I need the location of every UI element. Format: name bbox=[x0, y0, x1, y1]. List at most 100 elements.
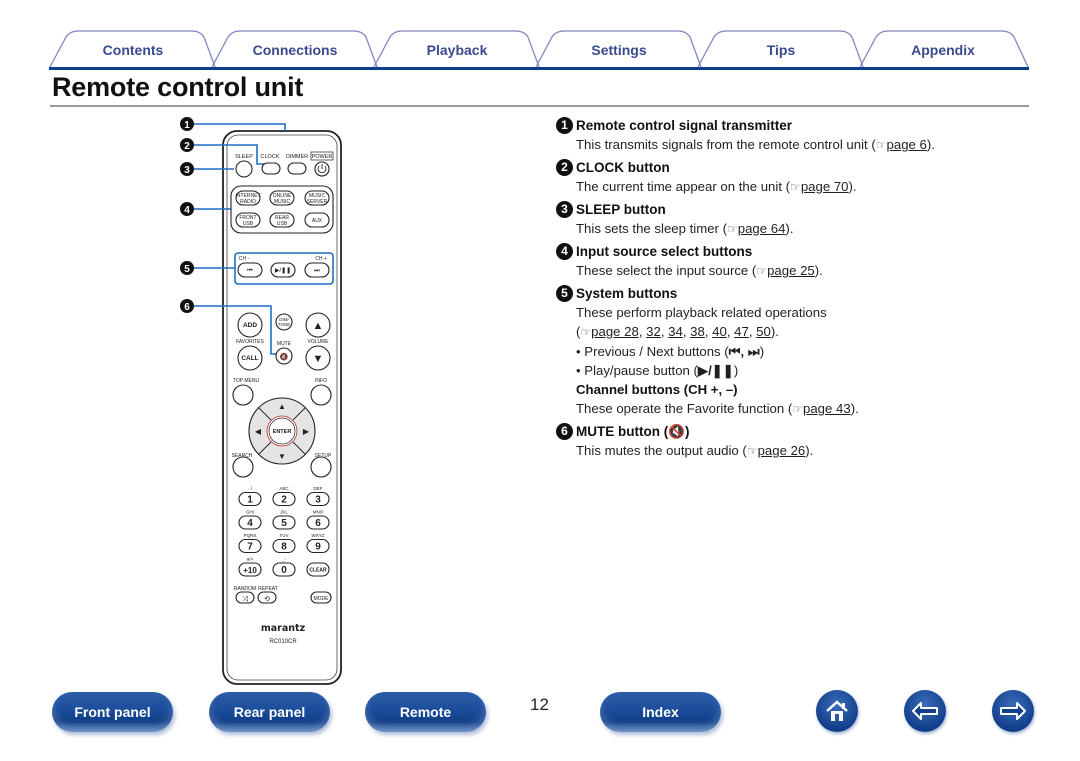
svg-text:▼: ▼ bbox=[313, 353, 324, 365]
top-menu-button bbox=[232, 384, 254, 406]
sleep-button bbox=[235, 160, 253, 178]
page-ref-icon: ☞ bbox=[875, 138, 887, 152]
page-ref-icon: ☞ bbox=[746, 444, 758, 458]
page-link[interactable]: 50 bbox=[756, 324, 771, 339]
svg-text:POWER: POWER bbox=[312, 154, 333, 160]
number-badge: 2 bbox=[556, 159, 573, 176]
number-badge: 4 bbox=[556, 243, 573, 260]
svg-text:RC010CR: RC010CR bbox=[269, 639, 297, 645]
back-button[interactable] bbox=[904, 690, 946, 732]
item-mute: 6 MUTE button (🔇) This mutes the output a… bbox=[556, 422, 1016, 461]
page-link[interactable]: page 26 bbox=[758, 443, 806, 458]
page-ref-icon: ☞ bbox=[792, 402, 804, 416]
dimmer-button bbox=[287, 162, 307, 175]
svg-text:4: 4 bbox=[184, 205, 190, 216]
keypad-key-label: 0 bbox=[281, 565, 287, 576]
item-title: CLOCK button bbox=[576, 160, 670, 175]
keypad-sub-label: GHI bbox=[246, 510, 254, 515]
svg-text:marantz: marantz bbox=[261, 623, 306, 634]
svg-text:3: 3 bbox=[184, 165, 190, 176]
page-link[interactable]: page 70 bbox=[801, 179, 849, 194]
rear-panel-button[interactable]: Rear panel bbox=[209, 692, 330, 732]
tab-appendix[interactable]: Appendix bbox=[868, 42, 1018, 58]
setup-button bbox=[310, 456, 332, 478]
page-link[interactable]: page 43 bbox=[803, 401, 851, 416]
svg-text:ENTER: ENTER bbox=[273, 429, 292, 435]
page-link[interactable]: page 28 bbox=[591, 324, 639, 339]
svg-text:▼: ▼ bbox=[278, 452, 286, 461]
svg-text:🔇: 🔇 bbox=[280, 352, 289, 361]
svg-text:USB: USB bbox=[277, 221, 288, 227]
tab-tips[interactable]: Tips bbox=[706, 42, 856, 58]
svg-text:⤨: ⤨ bbox=[242, 596, 248, 603]
keypad-sub-label: WXYZ bbox=[312, 533, 325, 538]
svg-text:CH -: CH - bbox=[239, 256, 250, 262]
callout-numbers: 1 2 3 4 5 6 bbox=[180, 117, 194, 313]
svg-text:SERVER: SERVER bbox=[307, 199, 328, 205]
keypad-key-label: 1 bbox=[247, 495, 253, 506]
number-badge: 1 bbox=[556, 117, 573, 134]
svg-text:RADIO: RADIO bbox=[240, 199, 256, 205]
callout-3: 3 bbox=[180, 162, 194, 176]
keypad-key-label: 5 bbox=[281, 518, 287, 529]
forward-button[interactable] bbox=[992, 690, 1034, 732]
page-link[interactable]: page 64 bbox=[738, 221, 786, 236]
page-number: 12 bbox=[530, 695, 549, 714]
svg-text:SETUP: SETUP bbox=[315, 453, 332, 459]
index-button[interactable]: Index bbox=[600, 692, 721, 732]
arrow-left-icon bbox=[912, 702, 938, 720]
keypad-key-label: 6 bbox=[315, 518, 321, 529]
svg-text:CALL: CALL bbox=[241, 355, 258, 362]
remote-button[interactable]: Remote bbox=[365, 692, 486, 732]
svg-text:⏭: ⏭ bbox=[314, 268, 320, 274]
home-button[interactable] bbox=[816, 690, 858, 732]
page-link[interactable]: 47 bbox=[734, 324, 749, 339]
page-link[interactable]: 34 bbox=[668, 324, 683, 339]
callout-4: 4 bbox=[180, 202, 194, 216]
keypad-key-label: +10 bbox=[243, 566, 257, 575]
svg-text:REPEAT: REPEAT bbox=[258, 586, 278, 592]
number-badge: 6 bbox=[556, 423, 573, 440]
keypad-key-label: 3 bbox=[315, 495, 321, 506]
tab-settings[interactable]: Settings bbox=[544, 42, 694, 58]
keypad-key-label: 9 bbox=[315, 542, 321, 553]
keypad-sub-label: ABC bbox=[279, 486, 289, 491]
keypad-sub-label: _- bbox=[281, 557, 287, 562]
front-panel-button[interactable]: Front panel bbox=[52, 692, 173, 732]
item-title: SLEEP button bbox=[576, 202, 666, 217]
svg-text:TONE: TONE bbox=[278, 322, 290, 327]
svg-text:⏮: ⏮ bbox=[247, 268, 253, 274]
item-title: Input source select buttons bbox=[576, 244, 753, 259]
page-link[interactable]: page 25 bbox=[767, 263, 815, 278]
page-ref-icon: ☞ bbox=[580, 325, 592, 339]
keypad-key-label: 8 bbox=[281, 542, 287, 553]
channel-buttons-title: Channel buttons (CH +, –) bbox=[576, 382, 738, 397]
svg-text:1: 1 bbox=[184, 120, 190, 131]
svg-text:MUSIC: MUSIC bbox=[274, 199, 291, 205]
item-clock: 2 CLOCK button The current time appear on… bbox=[556, 158, 1016, 197]
keypad-sub-label: TUV bbox=[280, 533, 289, 538]
page-link[interactable]: page 6 bbox=[887, 137, 927, 152]
page-link[interactable]: 38 bbox=[690, 324, 705, 339]
keypad-sub-label: PQRS bbox=[244, 533, 257, 538]
item-title: MUTE button (🔇) bbox=[576, 424, 690, 439]
page-link[interactable]: 40 bbox=[712, 324, 727, 339]
arrow-right-icon bbox=[1000, 702, 1026, 720]
svg-text:2: 2 bbox=[184, 141, 190, 152]
callout-6: 6 bbox=[180, 299, 194, 313]
svg-text:INFO: INFO bbox=[315, 378, 327, 384]
keypad-key-label: 7 bbox=[247, 542, 253, 553]
search-button bbox=[232, 456, 254, 478]
home-icon bbox=[826, 700, 848, 721]
number-badge: 3 bbox=[556, 201, 573, 218]
item-title: Remote control signal transmitter bbox=[576, 118, 793, 133]
svg-text:VOLUME: VOLUME bbox=[307, 339, 329, 345]
keypad-key-label: CLEAR bbox=[309, 568, 327, 574]
item-transmitter: 1 Remote control signal transmitter This … bbox=[556, 116, 1016, 155]
remote-illustration: 1 2 3 4 5 6 SLEEP CLOCK DIMMER POWER INT… bbox=[180, 117, 342, 685]
keypad-sub-label: JKL bbox=[280, 510, 288, 515]
svg-text:6: 6 bbox=[184, 302, 190, 313]
page-link[interactable]: 32 bbox=[646, 324, 661, 339]
keypad-sub-label: DEF bbox=[314, 486, 323, 491]
callout-1: 1 bbox=[180, 117, 194, 131]
